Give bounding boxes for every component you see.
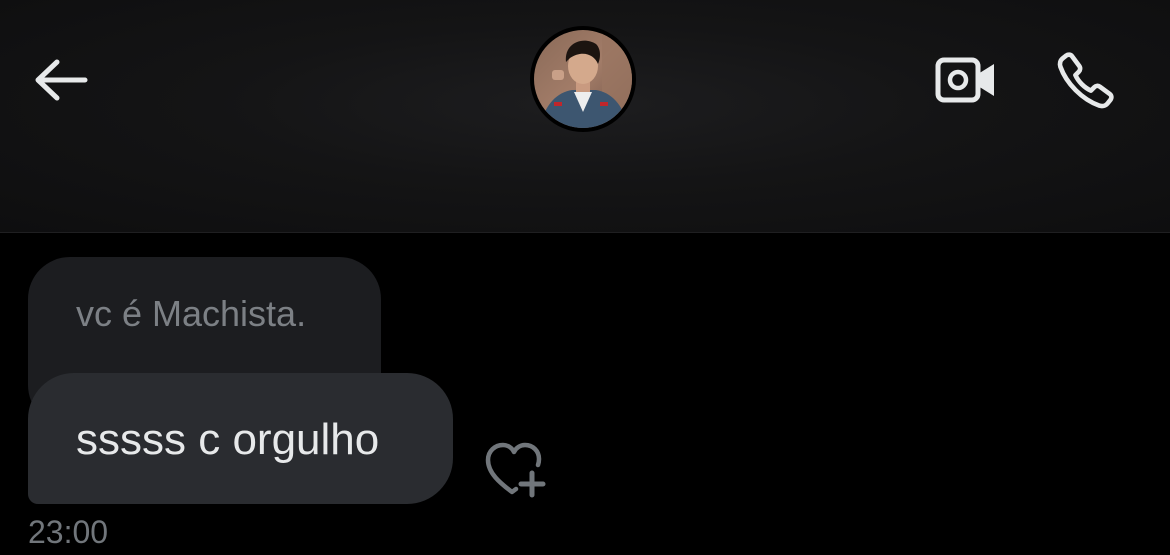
chat-header [0, 0, 1170, 233]
phone-icon [1057, 52, 1114, 109]
video-camera-icon [935, 57, 994, 103]
profile-photo [534, 30, 632, 128]
arrow-left-icon [35, 59, 88, 101]
message-thread: vc é Machista. sssss c orgulho 23:00 [0, 233, 1170, 555]
video-call-button[interactable] [928, 48, 1004, 112]
message-bubble[interactable]: sssss c orgulho [28, 373, 453, 504]
message-timestamp: 23:00 [28, 514, 109, 550]
voice-call-button[interactable] [1048, 44, 1124, 116]
back-button[interactable] [28, 52, 92, 108]
heart-plus-icon [485, 442, 546, 498]
avatar[interactable] [530, 26, 636, 132]
quoted-message-text: vc é Machista. [76, 293, 307, 334]
add-reaction-button[interactable] [478, 437, 550, 501]
message-text: sssss c orgulho [76, 415, 380, 464]
